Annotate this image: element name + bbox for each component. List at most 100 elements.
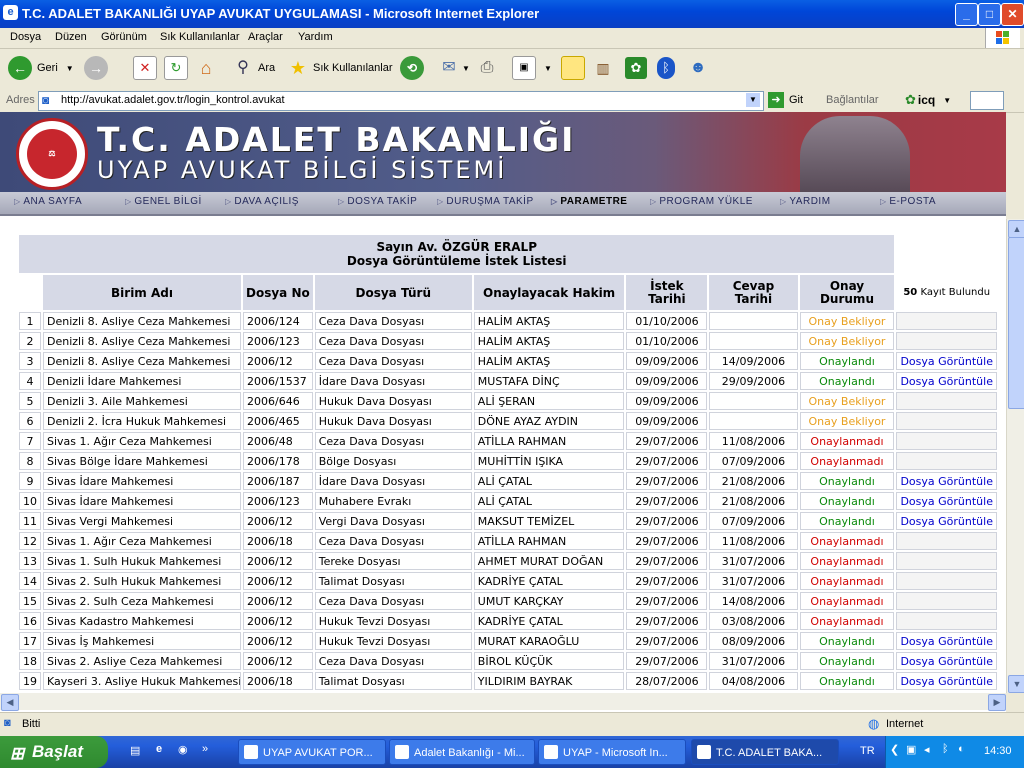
count-label: Kayıt Bulundu (920, 286, 991, 298)
view-file-link[interactable]: Dosya Görüntüle (896, 352, 997, 370)
forward-button[interactable]: → (84, 55, 108, 81)
task-adalet-bakanligi[interactable]: Adalet Bakanlığı - Mi... (389, 739, 535, 765)
stop-button[interactable]: ✕ (133, 55, 157, 81)
minimize-button[interactable]: _ (955, 3, 978, 26)
icq-button[interactable]: ✿ icq ▼ (905, 92, 951, 108)
cell-hakim: KADRİYE ÇATAL (473, 572, 625, 590)
messenger-button[interactable]: ☻ (687, 55, 709, 81)
network-icon[interactable]: ▣ (906, 743, 916, 756)
view-file-link[interactable]: Dosya Görüntüle (896, 672, 997, 690)
cell-birim: Sivas 2. Sulh Ceza Mahkemesi (43, 592, 241, 610)
view-file-link[interactable]: Dosya Görüntüle (896, 652, 997, 670)
menu-dosya[interactable]: Dosya (10, 31, 41, 43)
windows-logo-icon (985, 28, 1020, 48)
edit-button[interactable]: ▣ ▼ (512, 55, 552, 81)
bluetooth-button[interactable]: ᛒ (657, 55, 675, 81)
list-title: Dosya Görüntüleme İstek Listesi (346, 254, 567, 268)
research-button[interactable]: ▥ (592, 55, 614, 81)
volume-icon[interactable]: ◂ (924, 743, 930, 756)
menu-yardim[interactable]: Yardım (298, 31, 333, 43)
cell-onay-durumu: Onaylandı (799, 672, 895, 690)
language-indicator[interactable]: TR (860, 745, 875, 757)
cell-istek-tarihi: 29/07/2006 (626, 572, 708, 590)
note-button[interactable] (561, 55, 585, 81)
start-button[interactable]: ⊞ Başlat (0, 736, 108, 768)
task-tc-adalet[interactable]: T.C. ADALET BAKA... (691, 739, 839, 765)
menu-duzen[interactable]: Düzen (55, 31, 87, 43)
menu-favorites[interactable]: Sık Kullanılanlar (160, 31, 240, 43)
view-file-link[interactable]: Dosya Görüntüle (896, 472, 997, 490)
cell-dosya-turu: Muhabere Evrakı (314, 492, 472, 510)
nav-e-posta[interactable]: E-POSTA (880, 196, 936, 207)
scroll-left-button[interactable]: ◀ (1, 694, 19, 711)
view-file-link[interactable]: Dosya Görüntüle (896, 512, 997, 530)
cell-birim: Denizli 2. İcra Hukuk Mahkemesi (43, 412, 241, 430)
search-button[interactable]: ⚲ Ara (232, 55, 275, 81)
go-button[interactable]: ➜ Git (768, 92, 803, 108)
menu-araclar[interactable]: Araçlar (248, 31, 283, 43)
cell-hakim: BİROL KÜÇÜK (473, 652, 625, 670)
quicklaunch-more-icon[interactable]: » (202, 743, 208, 755)
security-icon[interactable]: ◐ (958, 743, 965, 755)
scroll-thumb[interactable] (1008, 237, 1024, 409)
nav-dosya-takip[interactable]: DOSYA TAKİP (338, 196, 417, 207)
nav-genel-bilgi[interactable]: GENEL BİLGİ (125, 196, 202, 207)
nav-parametre[interactable]: PARAMETRE (551, 196, 627, 207)
quicklaunch-media-icon[interactable]: ◉ (178, 743, 188, 756)
table-row: 4 Denizli İdare Mahkemesi 2006/1537 İdare D… (19, 372, 997, 390)
nav-program-yukle[interactable]: PROGRAM YÜKLE (650, 196, 753, 207)
task-uyap-ie[interactable]: UYAP - Microsoft In... (538, 739, 686, 765)
cell-cevap-tarihi: 07/09/2006 (709, 512, 798, 530)
cell-birim: Sivas İş Mahkemesi (43, 632, 241, 650)
icq-toolbar-button[interactable]: ✿ (625, 55, 647, 81)
title-bar: e T.C. ADALET BAKANLIĞI UYAP AVUKAT UYGU… (0, 0, 1024, 28)
search-label: Ara (258, 62, 276, 74)
quicklaunch-desktop-icon[interactable]: ▤ (130, 744, 140, 757)
vertical-scrollbar[interactable]: ▲ ▼ (1006, 219, 1024, 693)
cell-hakim: ATİLLA RAHMAN (473, 532, 625, 550)
bluetooth-tray-icon[interactable]: ᛒ (942, 743, 949, 755)
row-number: 12 (19, 532, 41, 550)
print-button[interactable]: ⎙ (476, 55, 498, 81)
ie-icon (395, 745, 409, 759)
nav-durusma-takip[interactable]: DURUŞMA TAKİP (437, 196, 534, 207)
favorites-button[interactable]: ★ Sık Kullanılanlar (287, 55, 393, 81)
cell-birim: Sivas İdare Mahkemesi (43, 492, 241, 510)
icq-search-input[interactable] (970, 91, 1004, 110)
row-number: 14 (19, 572, 41, 590)
history-button[interactable]: ⟲ (400, 55, 424, 81)
cell-cevap-tarihi: 11/08/2006 (709, 432, 798, 450)
empty-action-cell (896, 452, 997, 470)
cell-dosya-no: 2006/646 (243, 392, 313, 410)
scroll-up-button[interactable]: ▲ (1008, 220, 1024, 238)
scroll-down-button[interactable]: ▼ (1008, 675, 1024, 693)
table-row: 14 Sivas 2. Sulh Hukuk Mahkemesi 2006/12 Ta… (19, 572, 997, 590)
go-arrow-icon: ➜ (768, 92, 784, 108)
nav-ana-sayfa[interactable]: ANA SAYFA (14, 196, 82, 207)
mail-button[interactable]: ✉ ▼ (438, 55, 470, 81)
view-file-link[interactable]: Dosya Görüntüle (896, 372, 997, 390)
refresh-button[interactable]: ↻ (164, 55, 188, 81)
cell-dosya-turu: Bölge Dosyası (314, 452, 472, 470)
menu-gorunum[interactable]: Görünüm (101, 31, 147, 43)
count-value: 50 (903, 286, 918, 298)
view-file-link[interactable]: Dosya Görüntüle (896, 492, 997, 510)
tray-arrow-icon[interactable]: ❮ (890, 743, 899, 756)
horizontal-scrollbar[interactable]: ◀ ▶ (0, 693, 1006, 711)
chevron-down-icon: ▼ (462, 63, 470, 73)
maximize-button[interactable]: □ (978, 3, 1001, 26)
task-uyap-portal[interactable]: UYAP AVUKAT POR... (238, 739, 386, 765)
scroll-right-button[interactable]: ▶ (988, 694, 1006, 711)
nav-dava-acilis[interactable]: DAVA AÇILIŞ (225, 196, 299, 207)
links-label[interactable]: Bağlantılar (826, 94, 879, 106)
cell-cevap-tarihi: 21/08/2006 (709, 472, 798, 490)
chevron-down-icon[interactable]: ▼ (746, 93, 760, 107)
nav-yardim[interactable]: YARDIM (780, 196, 831, 207)
view-file-link[interactable]: Dosya Görüntüle (896, 632, 997, 650)
address-input[interactable]: ◙ http://avukat.adalet.gov.tr/login_kont… (38, 91, 764, 111)
cell-onay-durumu: Onaylandı (799, 352, 895, 370)
back-button[interactable]: ← Geri ▼ (8, 55, 74, 81)
close-button[interactable]: ✕ (1001, 3, 1024, 26)
home-button[interactable]: ⌂ (195, 55, 217, 81)
quicklaunch-ie-icon[interactable]: e (156, 743, 162, 755)
